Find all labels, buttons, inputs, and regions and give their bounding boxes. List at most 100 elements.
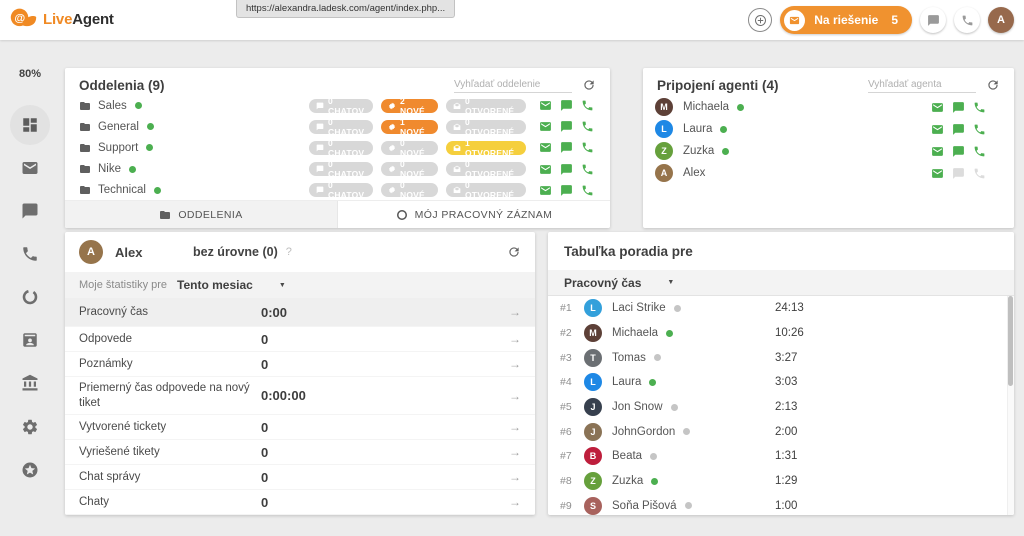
mail-icon[interactable] — [931, 123, 944, 136]
mail-icon[interactable] — [539, 184, 552, 197]
chat-icon[interactable] — [560, 141, 573, 154]
leaderboard-row[interactable]: #9 S Soňa Pišová 1:00 — [548, 494, 1007, 516]
departments-search-input[interactable] — [454, 77, 572, 93]
stat-row[interactable]: Pracovný čas 0:00 → — [65, 298, 535, 327]
sidebar-item-social[interactable] — [0, 288, 60, 306]
new-badge[interactable]: 1 NOVÉ — [381, 120, 438, 134]
mail-icon[interactable] — [931, 145, 944, 158]
department-row[interactable]: Technical 0 CHATOV 0 NOVÉ 0 OTVORENÉ — [65, 180, 610, 201]
phone-icon[interactable] — [973, 123, 986, 136]
chat-icon[interactable] — [952, 123, 965, 136]
open-badge[interactable]: 0 OTVORENÉ — [446, 120, 526, 134]
mail-icon[interactable] — [931, 101, 944, 114]
arrow-right-icon[interactable]: → — [509, 495, 521, 509]
tab-departments[interactable]: ODDELENIA — [65, 201, 337, 228]
chat-icon[interactable] — [952, 101, 965, 114]
help-icon[interactable]: ? — [286, 246, 292, 258]
open-badge[interactable]: 1 OTVORENÉ — [446, 141, 526, 155]
open-badge[interactable]: 0 OTVORENÉ — [446, 162, 526, 176]
sidebar-item-tickets[interactable] — [0, 159, 60, 177]
leaderboard-row[interactable]: #4 L Laura 3:03 — [548, 370, 1007, 395]
stat-row[interactable]: Vyriešené tikety 0 → — [65, 440, 535, 465]
leaderboard-row[interactable]: #6 J JohnGordon 2:00 — [548, 419, 1007, 444]
chats-badge[interactable]: 0 CHATOV — [309, 183, 373, 197]
phone-icon[interactable] — [581, 99, 594, 112]
sidebar-item-more[interactable] — [0, 461, 60, 479]
agent-row[interactable]: M Michaela — [643, 96, 1014, 118]
department-row[interactable]: Sales 0 CHATOV 2 NOVÉ 0 OTVORENÉ — [65, 95, 610, 116]
new-badge[interactable]: 0 NOVÉ — [381, 141, 438, 155]
sidebar-item-settings[interactable] — [0, 418, 60, 436]
stat-row[interactable]: Chat správy 0 → — [65, 465, 535, 490]
tab-my-work-report[interactable]: MÓJ PRACOVNÝ ZÁZNAM — [337, 201, 610, 228]
sidebar-item-calls[interactable] — [0, 245, 60, 263]
chat-icon[interactable] — [952, 145, 965, 158]
liveagent-logo[interactable]: @ LiveAgent — [10, 7, 114, 31]
stat-row[interactable]: Priemerný čas odpovede na nový tiket 0:0… — [65, 377, 535, 415]
mail-icon[interactable] — [539, 99, 552, 112]
leaderboard-row[interactable]: #5 J Jon Snow 2:13 — [548, 395, 1007, 420]
metric-select[interactable]: Pracovný čas — [564, 276, 641, 290]
arrow-right-icon[interactable]: → — [509, 420, 521, 434]
arrow-right-icon[interactable]: → — [509, 305, 521, 319]
add-button[interactable] — [748, 8, 772, 32]
mail-icon[interactable] — [539, 163, 552, 176]
sidebar-item-billing[interactable] — [0, 374, 60, 392]
phone-icon[interactable] — [973, 145, 986, 158]
arrow-right-icon[interactable]: → — [509, 470, 521, 484]
leaderboard-row[interactable]: #1 L Laci Strike 24:13 — [548, 296, 1007, 321]
refresh-button[interactable] — [986, 78, 1000, 92]
leaderboard-row[interactable]: #8 Z Zuzka 1:29 — [548, 469, 1007, 494]
refresh-button[interactable] — [582, 78, 596, 92]
chats-badge[interactable]: 0 CHATOV — [309, 162, 373, 176]
new-badge[interactable]: 0 NOVÉ — [381, 183, 438, 197]
stat-row[interactable]: Poznámky 0 → — [65, 352, 535, 377]
scrollbar[interactable] — [1007, 296, 1014, 515]
open-badge[interactable]: 0 OTVORENÉ — [446, 183, 526, 197]
mail-icon[interactable] — [931, 167, 944, 180]
refresh-button[interactable] — [507, 245, 521, 259]
stat-row[interactable]: Odpovede 0 → — [65, 327, 535, 352]
mail-icon[interactable] — [539, 120, 552, 133]
chat-icon[interactable] — [560, 99, 573, 112]
open-badge[interactable]: 0 OTVORENÉ — [446, 99, 526, 113]
agent-row[interactable]: A Alex — [643, 162, 1014, 184]
phone-icon[interactable] — [581, 120, 594, 133]
new-badge[interactable]: 2 NOVÉ — [381, 99, 438, 113]
chats-badge[interactable]: 0 CHATOV — [309, 99, 373, 113]
chats-button[interactable] — [920, 7, 946, 33]
chat-icon[interactable] — [560, 163, 573, 176]
arrow-right-icon[interactable]: → — [509, 389, 521, 403]
agent-row[interactable]: L Laura — [643, 118, 1014, 140]
leaderboard-row[interactable]: #2 M Michaela 10:26 — [548, 321, 1007, 346]
chat-icon[interactable] — [560, 120, 573, 133]
to-solve-button[interactable]: Na riešenie 5 — [780, 6, 912, 34]
mail-icon[interactable] — [539, 141, 552, 154]
chevron-down-icon[interactable]: ▼ — [667, 279, 674, 286]
period-select[interactable]: Tento mesiac — [177, 278, 253, 292]
chat-icon[interactable] — [560, 184, 573, 197]
sidebar-item-dashboard[interactable] — [0, 105, 60, 145]
arrow-right-icon[interactable]: → — [509, 445, 521, 459]
chats-badge[interactable]: 0 CHATOV — [309, 120, 373, 134]
phone-icon[interactable] — [581, 163, 594, 176]
leaderboard-row[interactable]: #3 T Tomas 3:27 — [548, 345, 1007, 370]
department-row[interactable]: Nike 0 CHATOV 0 NOVÉ 0 OTVORENÉ — [65, 159, 610, 180]
agents-search-input[interactable] — [868, 77, 976, 93]
agent-row[interactable]: Z Zuzka — [643, 140, 1014, 162]
department-row[interactable]: Support 0 CHATOV 0 NOVÉ 1 OTVORENÉ — [65, 137, 610, 158]
stat-row[interactable]: Chaty 0 → — [65, 490, 535, 515]
new-badge[interactable]: 0 NOVÉ — [381, 162, 438, 176]
department-row[interactable]: General 0 CHATOV 1 NOVÉ 0 OTVORENÉ — [65, 116, 610, 137]
scrollbar-thumb[interactable] — [1008, 296, 1013, 386]
calls-button[interactable] — [954, 7, 980, 33]
sidebar-item-chats[interactable] — [0, 202, 60, 220]
stat-row[interactable]: Vytvorené tickety 0 → — [65, 415, 535, 440]
phone-icon[interactable] — [973, 101, 986, 114]
user-avatar[interactable]: A — [988, 7, 1014, 33]
phone-icon[interactable] — [581, 141, 594, 154]
phone-icon[interactable] — [581, 184, 594, 197]
arrow-right-icon[interactable]: → — [509, 332, 521, 346]
chats-badge[interactable]: 0 CHATOV — [309, 141, 373, 155]
chevron-down-icon[interactable]: ▼ — [279, 282, 286, 289]
